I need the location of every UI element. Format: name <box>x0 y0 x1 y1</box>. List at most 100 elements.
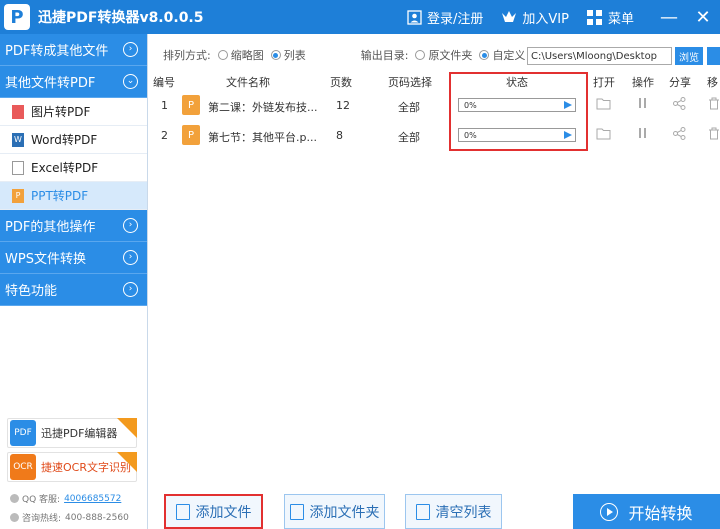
sidebar-category-features[interactable]: 特色功能 › <box>0 274 147 306</box>
button-label: 开始转换 <box>628 503 693 523</box>
output-label: 输出目录: <box>360 49 409 62</box>
menu-label: 菜单 <box>607 11 634 27</box>
main-panel: 排列方式: 缩略图 列表 输出目录: 原文件夹 自定义 浏览 编号 文件名称 页… <box>149 34 720 529</box>
row-filename: 第二课：外链发布技... <box>208 101 318 114</box>
radio-label: 缩略图 <box>230 49 264 62</box>
sidebar-item-label: 图片转PDF <box>31 105 91 119</box>
browse-button[interactable]: 浏览 <box>675 47 703 65</box>
sidebar-category-pdf-other-ops[interactable]: PDF的其他操作 › <box>0 210 147 242</box>
excel-file-icon <box>12 160 24 175</box>
sidebar-category-pdf-to-other[interactable]: PDF转成其他文件 › <box>0 34 147 66</box>
ocr-icon: OCR <box>10 454 36 480</box>
category-label: 其他文件转PDF <box>5 76 96 91</box>
app-title: 迅捷PDF转换器v8.0.0.5 <box>38 10 204 26</box>
bottom-bar: 添加文件 添加文件夹 清空列表 开始转换 <box>149 494 720 529</box>
sidebar-item-ppt-to-pdf[interactable]: P PPT转PDF <box>0 182 147 210</box>
radio-label: 原文件夹 <box>428 49 473 62</box>
radio-selected-icon <box>270 50 281 60</box>
sidebar-item-label: Excel转PDF <box>31 161 99 175</box>
share-icon[interactable] <box>673 127 686 143</box>
folder-open-icon[interactable] <box>596 127 612 143</box>
ppt-file-icon: P <box>182 125 200 145</box>
button-label: 清空列表 <box>435 504 492 521</box>
play-circle-icon <box>600 502 619 521</box>
sidebar-category-wps[interactable]: WPS文件转换 › <box>0 242 147 274</box>
ppt-file-icon: P <box>12 188 24 203</box>
sidebar: PDF转成其他文件 › 其他文件转PDF ⌄ 图片转PDF W Word转PDF… <box>0 34 148 529</box>
category-label: 特色功能 <box>5 284 58 299</box>
user-icon <box>406 9 422 25</box>
row-page-select[interactable]: 全部 <box>398 129 420 145</box>
phone-icon <box>10 513 19 522</box>
delete-icon[interactable] <box>708 97 720 113</box>
col-pages: 页数 <box>330 76 352 89</box>
toolbar: 排列方式: 缩略图 列表 输出目录: 原文件夹 自定义 浏览 <box>149 34 720 76</box>
row-no: 1 <box>161 99 168 112</box>
output-original-radio[interactable]: 原文件夹 <box>415 47 472 63</box>
promo-pdf-editor[interactable]: PDF 迅捷PDF编辑器 <box>7 418 137 448</box>
ppt-file-icon: P <box>182 95 200 115</box>
delete-icon[interactable] <box>708 127 720 143</box>
phone-label: 咨询热线: <box>22 514 62 524</box>
col-move: 移 <box>707 76 718 89</box>
menu-button[interactable]: 菜单 <box>587 8 634 27</box>
close-button[interactable]: ✕ <box>686 0 720 34</box>
sort-label: 排列方式: <box>163 49 211 62</box>
trash-icon <box>415 503 430 520</box>
radio-icon <box>415 50 426 60</box>
chevron-right-icon: › <box>123 282 138 297</box>
col-name: 文件名称 <box>226 76 270 89</box>
radio-icon <box>217 50 228 60</box>
vip-icon <box>501 9 517 25</box>
row-pages: 12 <box>336 99 350 112</box>
category-label: PDF的其他操作 <box>5 220 96 235</box>
extra-button[interactable] <box>707 47 720 65</box>
chevron-down-icon: ⌄ <box>123 74 138 89</box>
grid-icon <box>587 9 603 25</box>
qq-icon <box>10 494 19 503</box>
output-path-input[interactable] <box>527 47 672 65</box>
qq-label: QQ 客服: <box>22 495 61 505</box>
chevron-right-icon: › <box>123 42 138 57</box>
sidebar-item-excel-to-pdf[interactable]: Excel转PDF <box>0 154 147 182</box>
share-icon[interactable] <box>673 97 686 113</box>
sidebar-item-word-to-pdf[interactable]: W Word转PDF <box>0 126 147 154</box>
pause-icon[interactable] <box>639 97 647 112</box>
pdf-editor-icon: PDF <box>10 420 36 446</box>
qq-link[interactable]: 4006685572 <box>64 494 121 504</box>
add-folder-button[interactable]: 添加文件夹 <box>284 494 385 529</box>
title-bar: P 迅捷PDF转换器v8.0.0.5 登录/注册 加入VIP 菜单 — ✕ <box>0 0 720 34</box>
minimize-button[interactable]: — <box>652 0 686 34</box>
pause-icon[interactable] <box>639 127 647 142</box>
sidebar-category-other-to-pdf[interactable]: 其他文件转PDF ⌄ <box>0 66 147 98</box>
row-page-select[interactable]: 全部 <box>398 99 420 115</box>
start-convert-button[interactable]: 开始转换 <box>573 494 720 529</box>
table-row[interactable]: 1 P 第二课：外链发布技... 12 全部 0% <box>149 91 720 121</box>
app-logo-icon: P <box>4 4 30 30</box>
login-label: 登录/注册 <box>427 11 484 27</box>
sort-thumbnail-radio[interactable]: 缩略图 <box>217 47 264 63</box>
clear-list-button[interactable]: 清空列表 <box>405 494 502 529</box>
sort-list-radio[interactable]: 列表 <box>270 47 306 63</box>
sidebar-item-label: PPT转PDF <box>31 189 89 203</box>
add-file-highlight-box <box>164 494 263 529</box>
output-custom-radio[interactable]: 自定义 <box>479 47 525 63</box>
table-row[interactable]: 2 P 第七节：其他平台.p... 8 全部 0% <box>149 121 720 151</box>
folder-open-icon[interactable] <box>596 97 612 113</box>
login-button[interactable]: 登录/注册 <box>406 8 483 27</box>
row-no: 2 <box>161 129 168 142</box>
sidebar-item-image-to-pdf[interactable]: 图片转PDF <box>0 98 147 126</box>
hot-ribbon-icon <box>117 418 137 438</box>
radio-label: 自定义 <box>492 49 526 62</box>
image-file-icon <box>12 104 24 119</box>
add-folder-icon <box>289 503 304 520</box>
sidebar-item-label: Word转PDF <box>31 133 98 147</box>
promo-ocr[interactable]: OCR 捷速OCR文字识别 <box>7 452 137 482</box>
hot-ribbon-icon <box>117 452 137 472</box>
vip-button[interactable]: 加入VIP <box>501 8 569 27</box>
category-label: PDF转成其他文件 <box>5 44 109 59</box>
button-label: 添加文件夹 <box>309 504 380 521</box>
radio-label: 列表 <box>283 49 306 62</box>
phone-contact: 咨询热线: 400-888-2560 <box>10 511 129 524</box>
col-share: 分享 <box>669 76 691 89</box>
